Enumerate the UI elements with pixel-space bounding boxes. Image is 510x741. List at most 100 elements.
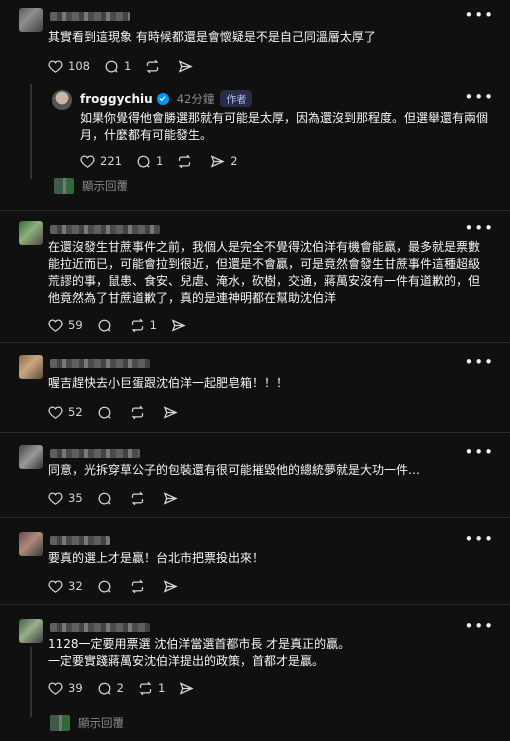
heart-icon	[48, 406, 63, 419]
username-blurred[interactable]	[50, 623, 150, 632]
like-button[interactable]: 221	[80, 154, 122, 169]
verified-icon	[156, 92, 169, 105]
username-blurred[interactable]	[50, 225, 160, 234]
comment-post-4: ••• 同意，光拆穿草公子的包裝還有很可能摧毀他的總統夢就是大功一件… 35	[0, 433, 510, 516]
more-icon[interactable]: •••	[464, 221, 494, 236]
username-blurred[interactable]	[50, 449, 140, 458]
share-button[interactable]	[163, 491, 182, 506]
like-button[interactable]: 39	[48, 681, 83, 696]
author-name[interactable]: froggychiu	[80, 92, 153, 106]
comment-post-6: ••• 1128一定要用票選 沈伯洋當選首都市長 才是真正的贏。 一定要實踐蔣萬…	[0, 605, 510, 741]
share-icon	[179, 59, 193, 73]
repost-count: 1	[157, 681, 166, 695]
repost-button[interactable]	[145, 59, 164, 74]
like-button[interactable]: 108	[48, 59, 90, 74]
comment-post-5: ••• 要真的選上才是贏！台北市把票投出來！ 32	[0, 518, 510, 603]
like-count: 52	[68, 405, 83, 419]
heart-icon	[48, 492, 63, 505]
username-blurred[interactable]	[50, 12, 130, 21]
comment-post-2: ••• 在還沒發生甘蔗事件之前，我個人是完全不覺得沈伯洋有機會能贏，最多就是票數…	[0, 211, 510, 341]
more-icon[interactable]: •••	[464, 8, 494, 23]
heart-icon	[48, 60, 63, 73]
repost-icon	[139, 681, 152, 695]
avatar[interactable]	[19, 355, 43, 379]
comment-button[interactable]	[97, 318, 116, 333]
avatar[interactable]	[19, 619, 43, 643]
reply-time: 42分鐘	[176, 91, 215, 106]
like-button[interactable]: 32	[48, 579, 83, 594]
like-button[interactable]: 59	[48, 318, 83, 333]
author-tag: 作者	[220, 90, 253, 107]
like-count: 59	[68, 318, 83, 332]
share-icon	[163, 405, 178, 419]
repost-icon	[146, 59, 159, 73]
heart-icon	[80, 155, 95, 168]
comment-button[interactable]: 2	[97, 681, 124, 696]
share-icon	[180, 681, 194, 695]
comment-post-3: ••• 喔吉趕快去小巨蛋跟沈伯洋一起肥皂箱！！！ 52	[0, 343, 510, 431]
avatar[interactable]	[19, 445, 43, 469]
avatar[interactable]	[19, 532, 43, 556]
repost-button[interactable]	[177, 154, 196, 169]
comment-text: 同意，光拆穿草公子的包裝還有很可能摧毀他的總統夢就是大功一件…	[48, 463, 421, 477]
repost-button[interactable]: 1	[130, 318, 157, 333]
share-button[interactable]: 2	[210, 154, 238, 169]
share-icon	[163, 491, 178, 505]
share-count: 2	[230, 154, 238, 168]
reply-header: froggychiu 42分鐘 作者	[80, 90, 253, 107]
share-button[interactable]	[163, 405, 182, 420]
comment-text: 要真的選上才是贏！台北市把票投出來！	[48, 551, 265, 565]
comment-icon	[98, 492, 111, 505]
share-button[interactable]	[179, 681, 198, 696]
like-button[interactable]: 52	[48, 405, 83, 420]
thread-line	[30, 647, 32, 717]
comment-button[interactable]: 1	[136, 154, 163, 169]
like-button[interactable]: 35	[48, 491, 83, 506]
more-icon[interactable]: •••	[464, 532, 494, 547]
repost-count: 1	[149, 318, 157, 332]
share-button[interactable]	[163, 579, 182, 594]
share-button[interactable]	[171, 318, 190, 333]
username-blurred[interactable]	[50, 536, 110, 545]
share-icon	[171, 318, 186, 332]
more-icon[interactable]: •••	[464, 355, 494, 370]
comment-post-1: ••• 其實看到這現象 有時候都還是會懷疑是不是自己同溫層太厚了 108 1 f…	[0, 0, 510, 210]
comment-text: 在還沒發生甘蔗事件之前，我個人是完全不覺得沈伯洋有機會能贏，最多就是票數能拉近而…	[48, 240, 481, 305]
more-icon[interactable]: •••	[464, 445, 494, 460]
repost-button[interactable]: 1	[138, 681, 165, 696]
comment-text: 其實看到這現象 有時候都還是會懷疑是不是自己同溫層太厚了	[48, 30, 376, 44]
more-icon[interactable]: •••	[464, 619, 494, 634]
show-replies-label: 顯示回覆	[78, 716, 124, 730]
comment-button[interactable]	[97, 491, 116, 506]
repost-button[interactable]	[130, 579, 149, 594]
show-replies-label: 顯示回覆	[82, 179, 128, 193]
share-icon	[211, 154, 225, 168]
avatar[interactable]	[19, 8, 43, 32]
author-avatar[interactable]	[52, 90, 72, 110]
thread-line	[30, 84, 32, 179]
comment-button[interactable]	[97, 405, 116, 420]
comment-icon	[98, 580, 111, 593]
heart-icon	[48, 580, 63, 593]
like-count: 108	[68, 59, 90, 73]
comment-icon	[105, 60, 118, 73]
comment-button[interactable]	[97, 579, 116, 594]
comment-text: 1128一定要用票選 沈伯洋當選首都市長 才是真正的贏。 一定要實踐蔣萬安沈伯洋…	[48, 637, 351, 668]
show-replies-link[interactable]: 顯示回覆	[54, 178, 128, 194]
comment-icon	[98, 682, 111, 695]
share-button[interactable]	[178, 59, 197, 74]
like-count: 35	[68, 491, 83, 505]
username-blurred[interactable]	[50, 359, 150, 368]
show-replies-link[interactable]: 顯示回覆	[50, 715, 124, 731]
repost-button[interactable]	[130, 491, 149, 506]
reply-avatars	[50, 715, 70, 731]
avatar[interactable]	[19, 221, 43, 245]
more-icon[interactable]: •••	[464, 90, 494, 105]
repost-icon	[131, 579, 144, 593]
repost-button[interactable]	[130, 405, 149, 420]
comment-text: 喔吉趕快去小巨蛋跟沈伯洋一起肥皂箱！！！	[48, 376, 289, 390]
repost-icon	[131, 318, 144, 332]
comment-button[interactable]: 1	[104, 59, 131, 74]
reply-text: 如果你覺得他會勝選那就有可能是太厚，因為還沒到那程度。但選舉還有兩個月，什麼都有…	[80, 111, 489, 142]
like-count: 32	[68, 579, 83, 593]
